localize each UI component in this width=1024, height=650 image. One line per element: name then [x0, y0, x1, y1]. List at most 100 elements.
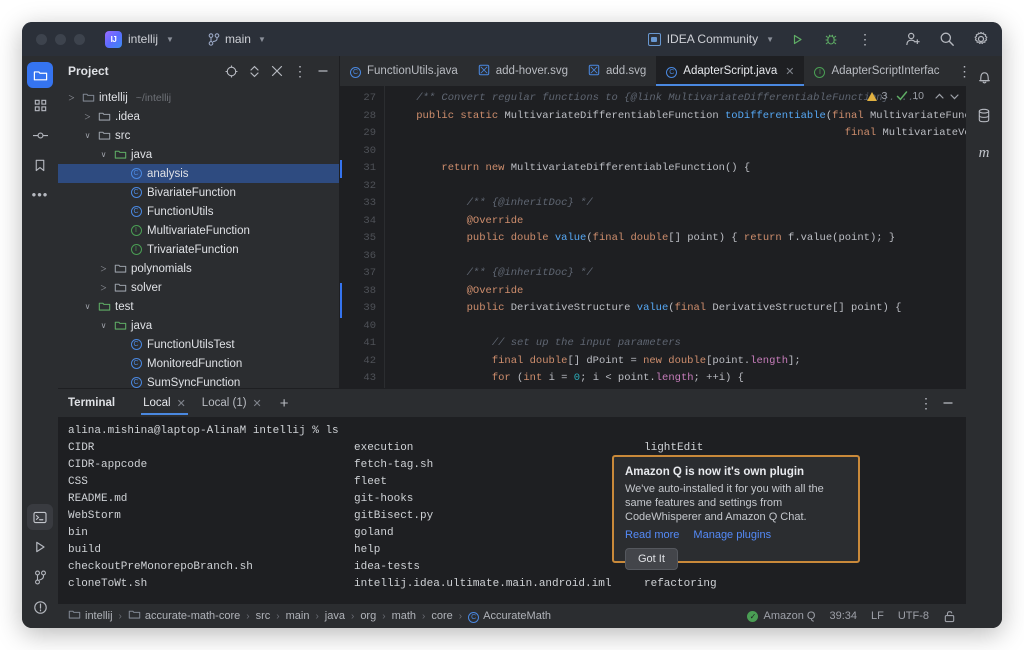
- tree-node-multivariatefunction[interactable]: IMultivariateFunction: [58, 221, 339, 240]
- manage-plugins-link[interactable]: Manage plugins: [693, 529, 771, 541]
- tree-node-solver[interactable]: ＞solver: [58, 278, 339, 297]
- tree-node-intellij[interactable]: ＞intellij~/intellij: [58, 88, 339, 107]
- editor-tabs-overflow-button[interactable]: ⋮: [950, 56, 980, 86]
- interface-icon: I: [814, 67, 825, 78]
- account-button[interactable]: [902, 28, 924, 50]
- breadcrumb-item-java[interactable]: java: [325, 610, 345, 622]
- new-terminal-tab-button[interactable]: +: [270, 395, 299, 412]
- tree-node--idea[interactable]: ＞.idea: [58, 107, 339, 126]
- tree-node-functionutils[interactable]: CFunctionUtils: [58, 202, 339, 221]
- editor-tab-adapterscriptinterfac[interactable]: IAdapterScriptInterfac: [804, 56, 949, 86]
- tree-expander-collapsed[interactable]: ＞: [66, 93, 77, 103]
- tree-node-trivariatefunction[interactable]: ITrivariateFunction: [58, 240, 339, 259]
- breadcrumb-item-main[interactable]: main: [286, 610, 310, 622]
- hide-project-panel-button[interactable]: [313, 61, 333, 81]
- terminal-tab-local-1-[interactable]: Local (1)✕: [194, 389, 270, 417]
- tree-node-label: src: [115, 130, 130, 142]
- read-more-link[interactable]: Read more: [625, 529, 679, 541]
- terminal-tab-list[interactable]: Local✕Local (1)✕: [135, 389, 270, 417]
- editor-tab-bar[interactable]: CFunctionUtils.javaadd-hover.svgadd.svgC…: [340, 56, 966, 86]
- breadcrumb[interactable]: intellij›accurate-math-core›src›main›jav…: [68, 608, 551, 624]
- tree-expander-collapsed[interactable]: ＞: [82, 112, 93, 122]
- tree-expander-expanded[interactable]: ∨: [98, 321, 109, 330]
- editor-tab-add-hover-svg[interactable]: add-hover.svg: [468, 56, 578, 86]
- tree-expander-expanded[interactable]: ∨: [98, 150, 109, 159]
- debug-button[interactable]: [820, 28, 842, 50]
- amazon-q-status[interactable]: ✓ Amazon Q: [747, 610, 815, 622]
- editor-tab-adapterscript-java[interactable]: CAdapterScript.java✕: [656, 56, 804, 86]
- tree-node-sumsyncfunction[interactable]: CSumSyncFunction: [58, 373, 339, 388]
- sidebar-item-problems[interactable]: [27, 594, 53, 620]
- breadcrumb-item-src[interactable]: src: [256, 610, 271, 622]
- tree-node-functionutilstest[interactable]: CFunctionUtilsTest: [58, 335, 339, 354]
- chevron-down-icon[interactable]: [949, 91, 960, 102]
- tree-expander-expanded[interactable]: ∨: [82, 302, 93, 311]
- scroll-from-source-button[interactable]: [221, 61, 241, 81]
- tree-expander-expanded[interactable]: ∨: [82, 131, 93, 140]
- maximize-window-button[interactable]: [74, 34, 85, 45]
- terminal-tab-local[interactable]: Local✕: [135, 389, 194, 417]
- close-terminal-tab-icon[interactable]: ✕: [253, 397, 262, 410]
- macos-traffic-lights[interactable]: [32, 34, 85, 45]
- sidebar-item-commit[interactable]: [27, 122, 53, 148]
- breadcrumb-item-intellij[interactable]: intellij: [68, 608, 113, 624]
- sidebar-item-more[interactable]: •••: [27, 182, 53, 208]
- tree-node-java[interactable]: ∨java: [58, 316, 339, 335]
- breadcrumb-item-org[interactable]: org: [360, 610, 376, 622]
- breadcrumb-item-core[interactable]: core: [431, 610, 452, 622]
- code-viewport[interactable]: 272829303132333435363738394041424344 /**…: [340, 86, 966, 388]
- editor-tab-functionutils-java[interactable]: CFunctionUtils.java: [340, 56, 468, 86]
- minimize-window-button[interactable]: [55, 34, 66, 45]
- sidebar-item-bookmarks[interactable]: [27, 152, 53, 178]
- run-button[interactable]: [786, 28, 808, 50]
- code-line: /** {@inheritDoc} */: [385, 265, 966, 283]
- inspections-widget[interactable]: 3 10: [867, 90, 960, 102]
- tree-node-bivariatefunction[interactable]: CBivariateFunction: [58, 183, 339, 202]
- breadcrumb-item-math[interactable]: math: [392, 610, 416, 622]
- breadcrumb-item-accurate-math-core[interactable]: accurate-math-core: [128, 608, 240, 624]
- collapse-all-button[interactable]: [267, 61, 287, 81]
- terminal-hide-button[interactable]: [938, 393, 958, 413]
- terminal-output[interactable]: alina.mishina@laptop-AlinaM intellij % l…: [58, 417, 966, 604]
- unlocked-icon[interactable]: [943, 610, 956, 623]
- project-file-tree[interactable]: ＞intellij~/intellij＞.idea∨src∨javaCanaly…: [58, 86, 339, 388]
- terminal-options-button[interactable]: ⋮: [916, 393, 936, 413]
- editor-tab-add-svg[interactable]: add.svg: [578, 56, 656, 86]
- popup-links: Read more Manage plugins: [625, 529, 847, 541]
- got-it-button[interactable]: Got It: [625, 548, 678, 570]
- tree-expander-collapsed[interactable]: ＞: [98, 283, 109, 293]
- tree-node-monitoredfunction[interactable]: CMonitoredFunction: [58, 354, 339, 373]
- chevron-up-icon[interactable]: [934, 91, 945, 102]
- timer-label[interactable]: 39:34: [829, 610, 857, 622]
- close-tab-icon[interactable]: ✕: [785, 65, 794, 78]
- sidebar-item-terminal[interactable]: [27, 504, 53, 530]
- breadcrumb-item-accuratemath[interactable]: CAccurateMath: [468, 610, 551, 623]
- tree-expander-collapsed[interactable]: ＞: [98, 264, 109, 274]
- line-separator-label[interactable]: LF: [871, 610, 884, 622]
- settings-button[interactable]: [970, 28, 992, 50]
- project-options-button[interactable]: ⋮: [290, 61, 310, 81]
- amazon-q-notification-popup[interactable]: Amazon Q is now it's own plugin We've au…: [612, 455, 860, 563]
- expand-collapse-button[interactable]: [244, 61, 264, 81]
- tree-node-java[interactable]: ∨java: [58, 145, 339, 164]
- tree-node-test[interactable]: ∨test: [58, 297, 339, 316]
- run-configuration-selector[interactable]: IDEA Community ▼: [648, 32, 774, 46]
- more-options-button[interactable]: ⋮: [854, 28, 876, 50]
- tree-node-src[interactable]: ∨ src: [58, 126, 339, 145]
- sidebar-item-database[interactable]: [971, 102, 997, 128]
- close-window-button[interactable]: [36, 34, 47, 45]
- project-selector[interactable]: IJ intellij ▼: [99, 28, 180, 51]
- tree-node-analysis[interactable]: Canalysis: [58, 164, 339, 183]
- line-number: 34: [340, 213, 384, 231]
- tree-node-polynomials[interactable]: ＞polynomials: [58, 259, 339, 278]
- search-everywhere-button[interactable]: [936, 28, 958, 50]
- sidebar-item-maven[interactable]: m: [971, 140, 997, 166]
- branch-selector[interactable]: main ▼: [202, 29, 272, 49]
- sidebar-item-project[interactable]: [27, 62, 53, 88]
- close-terminal-tab-icon[interactable]: ✕: [177, 397, 186, 410]
- sidebar-item-structure[interactable]: [27, 92, 53, 118]
- sidebar-item-version-control[interactable]: [27, 564, 53, 590]
- code-content[interactable]: /** Convert regular functions to {@link …: [384, 86, 966, 388]
- sidebar-item-run[interactable]: [27, 534, 53, 560]
- encoding-label[interactable]: UTF-8: [898, 610, 929, 622]
